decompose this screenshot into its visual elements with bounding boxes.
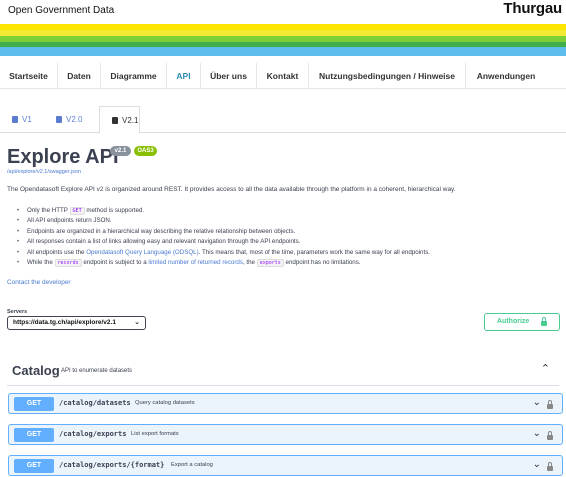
lock-icon [541, 317, 547, 326]
method-badge: GET [14, 459, 54, 473]
tab-v1[interactable]: V1 [0, 106, 44, 133]
operation-summary: Query catalog datasets [135, 400, 195, 406]
operation-path: /catalog/datasets [59, 399, 131, 407]
list-item: While the records endpoint is subject to… [17, 258, 430, 269]
api-description: The Opendatasoft Explore API v2 is organ… [7, 186, 456, 193]
chevron-down-icon: ⌄ [134, 319, 140, 326]
records-limit-link[interactable]: limited number of returned records [148, 259, 243, 266]
book-icon [112, 117, 118, 124]
method-badge: GET [14, 397, 54, 411]
nav-item-ueber-uns[interactable]: Über uns [201, 63, 257, 89]
catalog-section-header[interactable]: Catalog API to enumerate datasets ⌃ [7, 356, 559, 386]
operation-summary: Export a catalog [171, 462, 213, 468]
lock-icon[interactable] [547, 400, 553, 409]
operation-row[interactable]: GET /catalog/datasets Query catalog data… [8, 393, 563, 414]
nav-item-nutzungsbedingungen[interactable]: Nutzungsbedingungen / Hinweise [309, 63, 466, 89]
catalog-title: Catalog [12, 363, 60, 378]
tab-v2-0[interactable]: V2.0 [44, 106, 99, 133]
oas-badge: OAS3 [134, 146, 157, 156]
nav-item-daten[interactable]: Daten [58, 63, 101, 89]
spec-link[interactable]: /api/explore/v2.1/swagger.json [7, 169, 81, 175]
odsql-link[interactable]: Opendatasoft Query Language (ODSQL) [86, 249, 198, 256]
book-icon [56, 116, 62, 123]
brand-logo[interactable]: Thurgau [503, 0, 562, 17]
book-icon [12, 116, 18, 123]
stripe-blue [0, 47, 566, 56]
contact-developer-link[interactable]: Contact the developer [7, 279, 71, 286]
server-select[interactable]: https://data.tg.ch/api/explore/v2.1 ⌄ [7, 316, 146, 330]
nav-item-startseite[interactable]: Startseite [0, 63, 58, 89]
nav-item-diagramme[interactable]: Diagramme [101, 63, 167, 89]
brand-stripes [0, 24, 566, 56]
code-exports: exports [256, 258, 284, 267]
list-item: All responses contain a list of links al… [17, 237, 430, 248]
list-item: Endpoints are organized in a hierarchica… [17, 227, 430, 238]
lock-icon[interactable] [547, 431, 553, 440]
nav-item-api[interactable]: API [167, 63, 201, 89]
tab-label: V2.0 [66, 115, 83, 124]
code-records: records [54, 258, 82, 267]
tab-label: V2.1 [122, 116, 139, 125]
version-badge: v2.1 [110, 146, 131, 156]
operation-row[interactable]: GET /catalog/exports List export formats… [8, 424, 563, 445]
servers-label: Servers [7, 309, 28, 315]
nav-item-anwendungen[interactable]: Anwendungen [466, 63, 546, 89]
method-badge: GET [14, 428, 54, 442]
chevron-down-icon[interactable]: ⌄ [533, 397, 541, 408]
server-select-value: https://data.tg.ch/api/explore/v2.1 [13, 319, 116, 326]
authorize-label: Authorize [497, 318, 530, 325]
feature-list: Only the HTTP GET method is supported. A… [17, 206, 430, 269]
top-bar: Open Government Data Thurgau [0, 0, 566, 24]
list-item: Only the HTTP GET method is supported. [17, 206, 430, 217]
main-nav: Startseite Daten Diagramme API Über uns … [0, 63, 566, 89]
list-item: All API endpoints return JSON. [17, 216, 430, 227]
tab-v2-1[interactable]: V2.1 [99, 106, 140, 134]
version-tabs: V1 V2.0 V2.1 [0, 106, 566, 134]
tab-label: V1 [22, 115, 32, 124]
lock-icon[interactable] [547, 462, 553, 471]
operation-path: /catalog/exports/{format} [59, 461, 165, 469]
operation-path: /catalog/exports [59, 430, 127, 438]
catalog-subtitle: API to enumerate datasets [61, 368, 133, 374]
operation-summary: List export formats [131, 431, 179, 437]
site-title[interactable]: Open Government Data [8, 5, 114, 16]
code-get: GET [69, 207, 85, 215]
page-title: Explore API [7, 146, 119, 168]
chevron-down-icon[interactable]: ⌄ [533, 428, 541, 439]
chevron-up-icon[interactable]: ⌃ [541, 362, 550, 375]
nav-item-kontakt[interactable]: Kontakt [257, 63, 309, 89]
chevron-down-icon[interactable]: ⌄ [533, 459, 541, 470]
authorize-button[interactable]: Authorize [484, 313, 560, 331]
operation-row[interactable]: GET /catalog/exports/{format} Export a c… [8, 455, 563, 476]
list-item: All endpoints use the Opendatasoft Query… [17, 248, 430, 259]
